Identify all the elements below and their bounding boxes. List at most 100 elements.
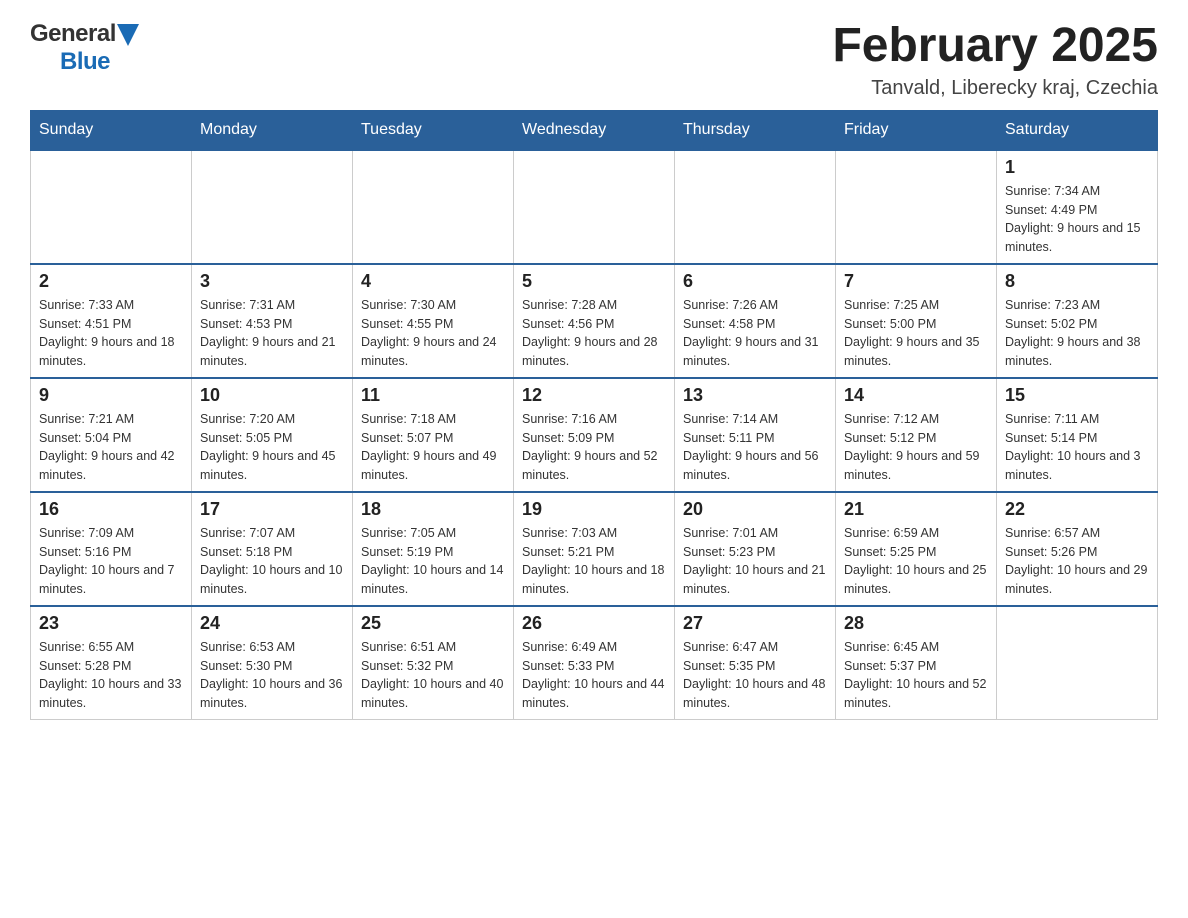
calendar-cell: 23 Sunrise: 6:55 AMSunset: 5:28 PMDayligh… [31, 606, 192, 720]
weekday-header-friday: Friday [836, 110, 997, 150]
day-number: 7 [844, 271, 988, 292]
calendar-cell: 3 Sunrise: 7:31 AMSunset: 4:53 PMDaylight… [192, 264, 353, 378]
calendar-table: SundayMondayTuesdayWednesdayThursdayFrid… [30, 110, 1158, 720]
day-info: Sunrise: 7:33 AMSunset: 4:51 PMDaylight:… [39, 296, 183, 371]
weekday-header-monday: Monday [192, 110, 353, 150]
calendar-cell: 22 Sunrise: 6:57 AMSunset: 5:26 PMDayligh… [997, 492, 1158, 606]
day-number: 23 [39, 613, 183, 634]
day-info: Sunrise: 6:55 AMSunset: 5:28 PMDaylight:… [39, 638, 183, 713]
day-number: 27 [683, 613, 827, 634]
day-number: 14 [844, 385, 988, 406]
calendar-cell: 20Sunrise: 7:01 AMSunset: 5:23 PMDayligh… [675, 492, 836, 606]
day-info: Sunrise: 7:20 AMSunset: 5:05 PMDaylight:… [200, 410, 344, 485]
day-info: Sunrise: 7:12 AMSunset: 5:12 PMDaylight:… [844, 410, 988, 485]
day-info: Sunrise: 6:45 AMSunset: 5:37 PMDaylight:… [844, 638, 988, 713]
calendar-cell: 4 Sunrise: 7:30 AMSunset: 4:55 PMDaylight… [353, 264, 514, 378]
calendar-cell [997, 606, 1158, 720]
calendar-cell: 19Sunrise: 7:03 AMSunset: 5:21 PMDayligh… [514, 492, 675, 606]
logo-general-text: General [30, 20, 116, 48]
day-number: 11 [361, 385, 505, 406]
calendar-week-row: 9 Sunrise: 7:21 AMSunset: 5:04 PMDaylight… [31, 378, 1158, 492]
calendar-cell [675, 150, 836, 264]
day-number: 6 [683, 271, 827, 292]
day-number: 12 [522, 385, 666, 406]
day-info: Sunrise: 7:11 AMSunset: 5:14 PMDaylight:… [1005, 410, 1149, 485]
calendar-cell [514, 150, 675, 264]
weekday-header-wednesday: Wednesday [514, 110, 675, 150]
day-number: 16 [39, 499, 183, 520]
calendar-cell: 7 Sunrise: 7:25 AMSunset: 5:00 PMDaylight… [836, 264, 997, 378]
calendar-cell: 10 Sunrise: 7:20 AMSunset: 5:05 PMDayligh… [192, 378, 353, 492]
calendar-cell: 16 Sunrise: 7:09 AMSunset: 5:16 PMDayligh… [31, 492, 192, 606]
day-info: Sunrise: 7:16 AMSunset: 5:09 PMDaylight:… [522, 410, 666, 485]
weekday-header-tuesday: Tuesday [353, 110, 514, 150]
calendar-cell: 26 Sunrise: 6:49 AMSunset: 5:33 PMDayligh… [514, 606, 675, 720]
day-info: Sunrise: 7:09 AMSunset: 5:16 PMDaylight:… [39, 524, 183, 599]
logo-triangle-icon [117, 24, 139, 46]
calendar-cell: 24 Sunrise: 6:53 AMSunset: 5:30 PMDayligh… [192, 606, 353, 720]
day-info: Sunrise: 6:57 AMSunset: 5:26 PMDaylight:… [1005, 524, 1149, 599]
day-number: 25 [361, 613, 505, 634]
calendar-cell: 5 Sunrise: 7:28 AMSunset: 4:56 PMDaylight… [514, 264, 675, 378]
day-info: Sunrise: 6:49 AMSunset: 5:33 PMDaylight:… [522, 638, 666, 713]
day-info: Sunrise: 7:18 AMSunset: 5:07 PMDaylight:… [361, 410, 505, 485]
calendar-header-row: SundayMondayTuesdayWednesdayThursdayFrid… [31, 110, 1158, 150]
day-info: Sunrise: 7:14 AMSunset: 5:11 PMDaylight:… [683, 410, 827, 485]
day-info: Sunrise: 7:34 AMSunset: 4:49 PMDaylight:… [1005, 182, 1149, 257]
day-number: 1 [1005, 157, 1149, 178]
day-info: Sunrise: 7:07 AMSunset: 5:18 PMDaylight:… [200, 524, 344, 599]
calendar-cell: 27 Sunrise: 6:47 AMSunset: 5:35 PMDayligh… [675, 606, 836, 720]
calendar-cell: 14 Sunrise: 7:12 AMSunset: 5:12 PMDayligh… [836, 378, 997, 492]
day-info: Sunrise: 7:21 AMSunset: 5:04 PMDaylight:… [39, 410, 183, 485]
day-number: 22 [1005, 499, 1149, 520]
calendar-cell: 25 Sunrise: 6:51 AMSunset: 5:32 PMDayligh… [353, 606, 514, 720]
day-number: 21 [844, 499, 988, 520]
day-number: 24 [200, 613, 344, 634]
day-number: 18 [361, 499, 505, 520]
title-section: February 2025 Tanvald, Liberecky kraj, C… [832, 20, 1158, 100]
day-number: 26 [522, 613, 666, 634]
day-info: Sunrise: 7:30 AMSunset: 4:55 PMDaylight:… [361, 296, 505, 371]
calendar-cell: 18 Sunrise: 7:05 AMSunset: 5:19 PMDayligh… [353, 492, 514, 606]
weekday-header-sunday: Sunday [31, 110, 192, 150]
calendar-cell [836, 150, 997, 264]
day-number: 9 [39, 385, 183, 406]
day-info: Sunrise: 6:59 AMSunset: 5:25 PMDaylight:… [844, 524, 988, 599]
month-title: February 2025 [832, 20, 1158, 73]
weekday-header-thursday: Thursday [675, 110, 836, 150]
day-number: 28 [844, 613, 988, 634]
day-number: 2 [39, 271, 183, 292]
day-number: 15 [1005, 385, 1149, 406]
calendar-cell: 12 Sunrise: 7:16 AMSunset: 5:09 PMDayligh… [514, 378, 675, 492]
logo: General Blue [30, 20, 139, 76]
calendar-cell: 13Sunrise: 7:14 AMSunset: 5:11 PMDayligh… [675, 378, 836, 492]
day-info: Sunrise: 6:51 AMSunset: 5:32 PMDaylight:… [361, 638, 505, 713]
day-info: Sunrise: 7:05 AMSunset: 5:19 PMDaylight:… [361, 524, 505, 599]
day-info: Sunrise: 7:31 AMSunset: 4:53 PMDaylight:… [200, 296, 344, 371]
day-info: Sunrise: 6:47 AMSunset: 5:35 PMDaylight:… [683, 638, 827, 713]
day-info: Sunrise: 7:23 AMSunset: 5:02 PMDaylight:… [1005, 296, 1149, 371]
calendar-week-row: 16 Sunrise: 7:09 AMSunset: 5:16 PMDayligh… [31, 492, 1158, 606]
day-info: Sunrise: 7:25 AMSunset: 5:00 PMDaylight:… [844, 296, 988, 371]
calendar-cell: 9 Sunrise: 7:21 AMSunset: 5:04 PMDaylight… [31, 378, 192, 492]
day-info: Sunrise: 7:26 AMSunset: 4:58 PMDaylight:… [683, 296, 827, 371]
calendar-week-row: 23 Sunrise: 6:55 AMSunset: 5:28 PMDayligh… [31, 606, 1158, 720]
calendar-cell: 1 Sunrise: 7:34 AMSunset: 4:49 PMDaylight… [997, 150, 1158, 264]
day-number: 10 [200, 385, 344, 406]
calendar-cell: 21 Sunrise: 6:59 AMSunset: 5:25 PMDayligh… [836, 492, 997, 606]
calendar-cell: 6 Sunrise: 7:26 AMSunset: 4:58 PMDaylight… [675, 264, 836, 378]
page-header: General Blue February 2025 Tanvald, Libe… [30, 20, 1158, 100]
day-number: 17 [200, 499, 344, 520]
day-info: Sunrise: 7:28 AMSunset: 4:56 PMDaylight:… [522, 296, 666, 371]
calendar-cell: 28 Sunrise: 6:45 AMSunset: 5:37 PMDayligh… [836, 606, 997, 720]
day-number: 3 [200, 271, 344, 292]
calendar-cell [192, 150, 353, 264]
day-info: Sunrise: 7:03 AMSunset: 5:21 PMDaylight:… [522, 524, 666, 599]
logo-blue-text: Blue [60, 48, 110, 76]
day-info: Sunrise: 6:53 AMSunset: 5:30 PMDaylight:… [200, 638, 344, 713]
calendar-cell: 15 Sunrise: 7:11 AMSunset: 5:14 PMDayligh… [997, 378, 1158, 492]
calendar-cell: 8Sunrise: 7:23 AMSunset: 5:02 PMDaylight… [997, 264, 1158, 378]
day-number: 4 [361, 271, 505, 292]
calendar-week-row: 2 Sunrise: 7:33 AMSunset: 4:51 PMDaylight… [31, 264, 1158, 378]
day-number: 5 [522, 271, 666, 292]
